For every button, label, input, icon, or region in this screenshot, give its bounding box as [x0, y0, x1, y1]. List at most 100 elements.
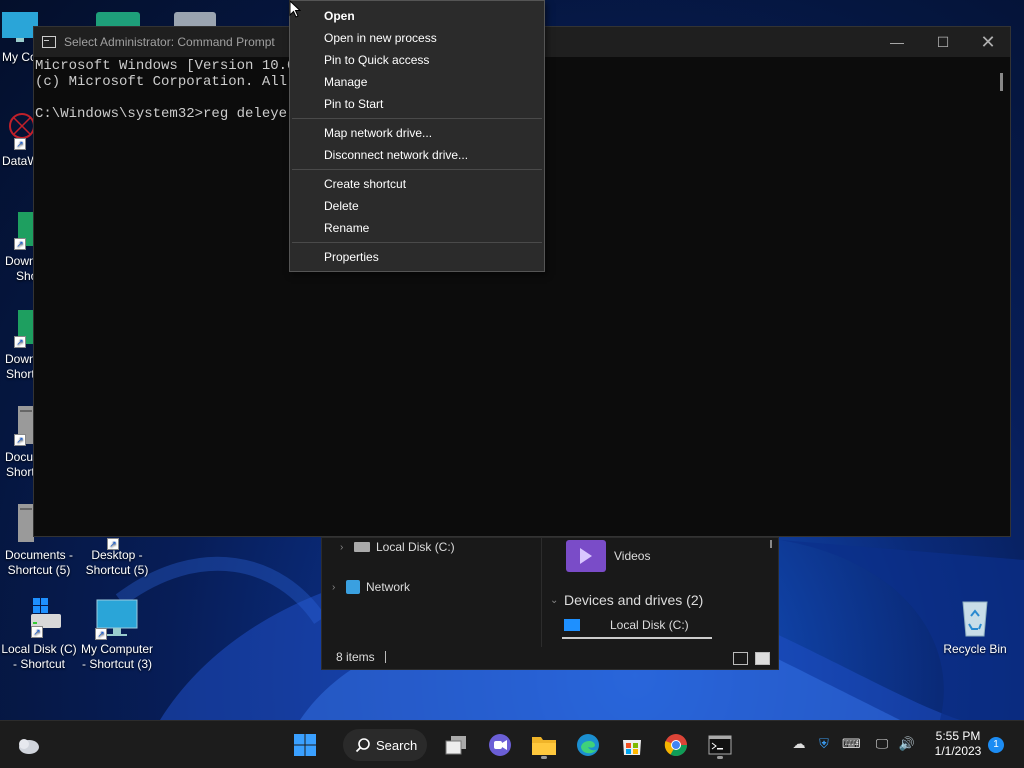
shortcut-arrow-icon: ↗: [14, 336, 26, 348]
notification-badge[interactable]: 1: [988, 737, 1004, 753]
desktop-icon-label: Documents -: [4, 548, 74, 562]
menu-item-open-new-process[interactable]: Open in new process: [324, 27, 437, 49]
folder-videos[interactable]: Videos: [566, 540, 650, 572]
keyboard-icon[interactable]: ⌨: [842, 735, 861, 753]
desktop-icon-label: My Computer: [80, 642, 154, 656]
section-devices-header[interactable]: ⌄ Devices and drives (2): [550, 592, 703, 608]
clock-time: 5:55 PM: [935, 729, 981, 743]
close-button[interactable]: ✕: [965, 27, 1011, 57]
shortcut-arrow-icon: ↗: [14, 434, 26, 446]
minimize-icon: —: [890, 34, 904, 50]
edge-browser-button[interactable]: [572, 729, 604, 761]
shortcut-arrow-icon: ↗: [107, 538, 119, 550]
close-icon: ✕: [980, 31, 996, 52]
chevron-right-icon: ›: [332, 581, 336, 593]
details-view-button[interactable]: [733, 652, 748, 665]
desktop-icon-label: Desktop -: [91, 548, 143, 562]
folder-label: Videos: [614, 549, 651, 563]
volume-icon[interactable]: 🔊: [898, 735, 916, 753]
tiles-view-button[interactable]: [755, 652, 770, 665]
menu-separator: [292, 118, 542, 119]
menu-item-pin-quick-access[interactable]: Pin to Quick access: [324, 49, 429, 71]
console-prompt: C:\Windows\system32>reg deleye: [35, 106, 296, 122]
store-icon: [623, 740, 641, 755]
drive-usage-bar: [562, 637, 712, 639]
desktop-icon-label: - Shortcut: [12, 657, 66, 671]
shortcut-arrow-icon: ↗: [95, 628, 107, 640]
folder-icon-gray[interactable]: [174, 12, 216, 26]
edge-icon: [577, 734, 599, 756]
nav-item-local-disk[interactable]: › Local Disk (C:): [340, 540, 455, 554]
desktop-icon-label: - Shortcut (3): [81, 657, 153, 671]
desktop-icon-label: Recycle Bin: [943, 642, 1007, 656]
menu-item-delete[interactable]: Delete: [324, 195, 359, 217]
menu-item-open[interactable]: Open: [324, 5, 355, 27]
navigation-pane: › Local Disk (C:) › Network: [322, 538, 542, 647]
scrollbar-thumb[interactable]: [1000, 73, 1003, 91]
chevron-down-icon: ⌄: [550, 594, 559, 606]
file-explorer-taskbar-button[interactable]: [528, 729, 560, 761]
menu-item-create-shortcut[interactable]: Create shortcut: [324, 173, 406, 195]
clock-date: 1/1/2023: [934, 744, 982, 758]
shortcut-arrow-icon: ↗: [31, 626, 43, 638]
cloud-icon: [19, 739, 39, 754]
microsoft-store-button[interactable]: [616, 729, 648, 761]
task-view-button[interactable]: [440, 729, 472, 761]
menu-item-map-network-drive[interactable]: Map network drive...: [324, 122, 432, 144]
file-explorer-window[interactable]: › Local Disk (C:) › Network Videos ⌄ Dev…: [321, 537, 779, 670]
network-icon: [346, 580, 360, 594]
search-icon: [355, 738, 370, 753]
status-items-count: 8 items: [336, 650, 375, 664]
folder-icon: [532, 737, 556, 755]
console-icon: [42, 36, 56, 48]
menu-item-disconnect-network-drive[interactable]: Disconnect network drive...: [324, 144, 468, 166]
nav-item-network[interactable]: › Network: [332, 580, 410, 594]
desktop-icon-label: Shortcut (5): [7, 563, 71, 577]
menu-item-rename[interactable]: Rename: [324, 217, 369, 239]
chrome-button[interactable]: [660, 729, 692, 761]
chat-button[interactable]: [484, 729, 516, 761]
drive-label: Local Disk (C:): [610, 618, 689, 632]
context-menu: Open Open in new process Pin to Quick ac…: [289, 0, 545, 272]
folder-icon-green[interactable]: [96, 12, 140, 26]
window-title: Select Administrator: Command Prompt: [64, 35, 275, 49]
taskbar: Search ☁ ⛨ ⌨ 🖵 🔊 5:55 PM 1/1/2023: [0, 720, 1024, 768]
menu-item-manage[interactable]: Manage: [324, 71, 367, 93]
status-bar: 8 items: [322, 645, 778, 669]
start-button[interactable]: [289, 729, 321, 761]
menu-separator: [292, 242, 542, 243]
task-view-icon: [445, 736, 466, 755]
desktop-icon-my-computer-shortcut[interactable]: ↗ My Computer - Shortcut (3): [78, 596, 156, 672]
status-divider: [384, 651, 386, 663]
desktop-icon-label: Local Disk (C): [1, 642, 77, 656]
desktop-icon-recycle-bin[interactable]: Recycle Bin: [936, 596, 1014, 657]
search-button[interactable]: Search: [343, 729, 427, 761]
minimize-button[interactable]: —: [874, 27, 920, 57]
running-indicator: [717, 756, 723, 759]
maximize-button[interactable]: ☐: [920, 27, 966, 57]
menu-separator: [292, 169, 542, 170]
nav-item-label: Network: [366, 580, 411, 594]
cloud-offline-icon[interactable]: ☁: [790, 735, 808, 753]
clock[interactable]: 5:55 PM 1/1/2023: [932, 729, 984, 759]
shortcut-arrow-icon: ↗: [14, 238, 26, 250]
menu-item-properties[interactable]: Properties: [324, 246, 379, 268]
recycle-bin-icon: [953, 596, 997, 640]
running-indicator: [541, 756, 547, 759]
windows-drive-icon: [564, 619, 580, 631]
search-label: Search: [376, 737, 418, 753]
security-shield-icon[interactable]: ⛨: [815, 735, 833, 753]
scrollbar[interactable]: [770, 540, 772, 548]
desktop-icon-local-disk-shortcut[interactable]: ↗ Local Disk (C) - Shortcut: [0, 596, 78, 672]
shortcut-arrow-icon: ↗: [14, 138, 26, 150]
menu-item-pin-start[interactable]: Pin to Start: [324, 93, 383, 115]
section-label: Devices and drives (2): [564, 592, 704, 608]
drive-icon: [354, 542, 370, 552]
network-icon[interactable]: 🖵: [873, 735, 891, 753]
weather-widget[interactable]: [12, 729, 44, 761]
terminal-taskbar-button[interactable]: [704, 729, 736, 761]
drive-icon: ↗: [17, 596, 61, 640]
drive-local-disk[interactable]: Local Disk (C:): [564, 618, 689, 632]
maximize-icon: ☐: [936, 33, 950, 50]
chrome-icon: [664, 734, 687, 756]
